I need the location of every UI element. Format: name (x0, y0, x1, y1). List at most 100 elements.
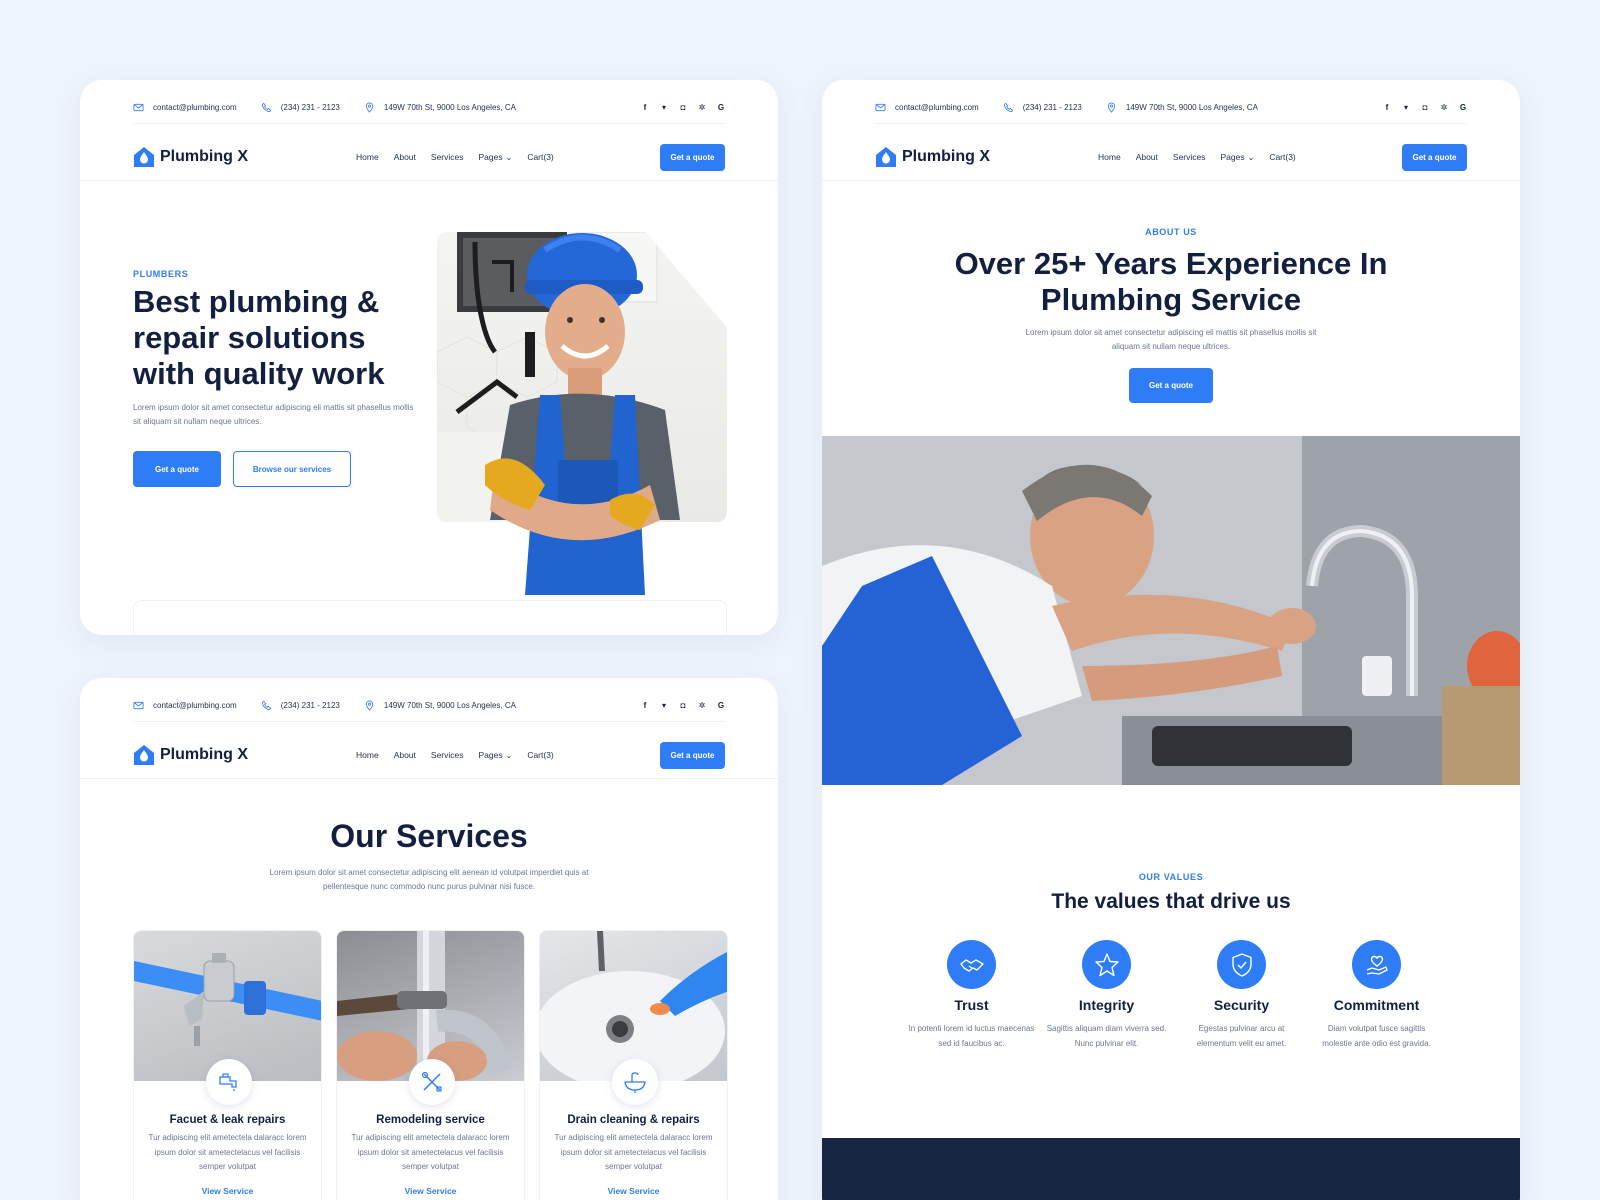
value-name: Security (1213, 997, 1270, 1013)
google-icon[interactable]: G (1459, 103, 1467, 112)
contact-phone[interactable]: (234) 231 - 2123 (1003, 102, 1082, 113)
nav-about[interactable]: About (394, 750, 416, 760)
nav-pages[interactable]: Pages ⌄ (1221, 152, 1255, 162)
nav-about[interactable]: About (1136, 152, 1158, 162)
top-bar: contact@plumbing.com (234) 231 - 2123 14… (133, 94, 725, 124)
mail-icon (133, 103, 144, 112)
nav-quote-button[interactable]: Get a quote (660, 143, 725, 171)
nav-home[interactable]: Home (1098, 152, 1121, 162)
about-quote-button[interactable]: Get a quote (1129, 368, 1213, 403)
instagram-icon[interactable]: ◘ (1421, 103, 1429, 112)
nav-quote-button[interactable]: Get a quote (660, 741, 725, 769)
email-text: contact@plumbing.com (153, 103, 237, 112)
nav-home[interactable]: Home (356, 152, 379, 162)
nav-divider (822, 180, 1520, 181)
nav-services[interactable]: Services (431, 750, 464, 760)
value-item: Security Egestas pulvinar arcu at elemen… (1178, 940, 1305, 1060)
star-icon (1082, 940, 1131, 989)
yelp-icon[interactable]: ✲ (698, 701, 706, 710)
main-nav: Plumbing X Home About Services Pages ⌄ Ca… (133, 738, 725, 772)
logo-text: Plumbing X (160, 746, 248, 763)
about-eyebrow: ABOUT US (1145, 227, 1197, 237)
value-name: Trust (954, 997, 989, 1013)
nav-cart[interactable]: Cart(3) (1269, 152, 1295, 162)
nav-services[interactable]: Services (1173, 152, 1206, 162)
mail-icon (875, 103, 886, 112)
hero-eyebrow: PLUMBERS (133, 269, 189, 279)
social-links: f ▾ ◘ ✲ G (641, 701, 725, 710)
nav-pages-label: Pages (1220, 152, 1245, 162)
address-text: 149W 70th St, 9000 Los Angeles, CA (383, 103, 516, 112)
yelp-icon[interactable]: ✲ (698, 103, 706, 112)
phone-text: (234) 231 - 2123 (280, 701, 340, 710)
logo[interactable]: Plumbing X (133, 146, 248, 168)
top-bar: contact@plumbing.com (234) 231 - 2123 14… (133, 692, 725, 722)
nav-cart[interactable]: Cart(3) (527, 152, 553, 162)
view-service-link[interactable]: View Service (540, 1186, 727, 1196)
browse-services-button[interactable]: Browse our services (233, 451, 351, 487)
nav-home[interactable]: Home (356, 750, 379, 760)
hero-quote-button[interactable]: Get a quote (133, 451, 221, 487)
hero-title: Best plumbing & repair solutions with qu… (133, 284, 385, 391)
contact-address[interactable]: 149W 70th St, 9000 Los Angeles, CA (1106, 102, 1258, 113)
logo[interactable]: Plumbing X (133, 744, 248, 766)
google-icon[interactable]: G (717, 103, 725, 112)
view-service-link[interactable]: View Service (134, 1186, 321, 1196)
facebook-icon[interactable]: f (1383, 103, 1391, 112)
phone-text: (234) 231 - 2123 (280, 103, 340, 112)
hero-description: Lorem ipsum dolor sit amet consectetur a… (133, 403, 414, 426)
service-card[interactable]: Remodeling service Tur adipiscing elit a… (336, 930, 525, 1200)
value-item: Commitment Diam volutpat fusce sagittis … (1313, 940, 1440, 1060)
facebook-icon[interactable]: f (641, 701, 649, 710)
contact-phone[interactable]: (234) 231 - 2123 (261, 700, 340, 711)
value-text: Egestas pulvinar arcu at elementum velit… (1196, 1024, 1287, 1048)
contact-email[interactable]: contact@plumbing.com (133, 102, 237, 113)
contact-phone[interactable]: (234) 231 - 2123 (261, 102, 340, 113)
nav-services[interactable]: Services (431, 152, 464, 162)
contact-address[interactable]: 149W 70th St, 9000 Los Angeles, CA (364, 102, 516, 113)
value-text: Diam volutpat fusce sagittis molestie an… (1322, 1024, 1431, 1048)
dark-section (822, 1138, 1520, 1200)
contact-address[interactable]: 149W 70th St, 9000 Los Angeles, CA (364, 700, 516, 711)
nav-pages[interactable]: Pages ⌄ (479, 152, 513, 162)
sink-icon (612, 1059, 658, 1105)
nav-about[interactable]: About (394, 152, 416, 162)
facebook-icon[interactable]: f (641, 103, 649, 112)
yelp-icon[interactable]: ✲ (1440, 103, 1448, 112)
social-links: f ▾ ◘ ✲ G (641, 103, 725, 112)
value-item: Integrity Sagittis aliquam diam viverra … (1043, 940, 1170, 1060)
location-pin-icon (365, 700, 373, 711)
location-pin-icon (1107, 102, 1115, 113)
instagram-icon[interactable]: ◘ (679, 701, 687, 710)
phone-icon (261, 700, 271, 711)
phone-icon (261, 102, 271, 113)
value-text: In potenti lorem id luctus maecenas sed … (908, 1024, 1035, 1048)
service-name: Drain cleaning & repairs (567, 1114, 700, 1126)
instagram-icon[interactable]: ◘ (679, 103, 687, 112)
top-bar: contact@plumbing.com (234) 231 - 2123 14… (875, 94, 1467, 124)
address-text: 149W 70th St, 9000 Los Angeles, CA (383, 701, 516, 710)
contact-email[interactable]: contact@plumbing.com (133, 700, 237, 711)
hero-info-box (133, 600, 727, 635)
service-text: Tur adipiscing elit ametectela dalaracc … (351, 1133, 510, 1171)
logo[interactable]: Plumbing X (875, 146, 990, 168)
nav-pages-label: Pages (478, 152, 503, 162)
mail-icon (133, 701, 144, 710)
twitter-icon[interactable]: ▾ (660, 103, 668, 112)
about-title: Over 25+ Years Experience In Plumbing Se… (954, 246, 1388, 317)
nav-cart[interactable]: Cart(3) (527, 750, 553, 760)
main-nav: Plumbing X Home About Services Pages ⌄ Ca… (133, 140, 725, 174)
service-card[interactable]: Facuet & leak repairs Tur adipiscing eli… (133, 930, 322, 1200)
nav-quote-button[interactable]: Get a quote (1402, 143, 1467, 171)
google-icon[interactable]: G (717, 701, 725, 710)
twitter-icon[interactable]: ▾ (660, 701, 668, 710)
service-cards: Facuet & leak repairs Tur adipiscing eli… (133, 930, 728, 1200)
phone-icon (1003, 102, 1013, 113)
about-page-card: contact@plumbing.com (234) 231 - 2123 14… (822, 80, 1520, 1200)
service-name: Remodeling service (376, 1114, 485, 1126)
nav-pages[interactable]: Pages ⌄ (479, 750, 513, 760)
view-service-link[interactable]: View Service (337, 1186, 524, 1196)
service-card[interactable]: Drain cleaning & repairs Tur adipiscing … (539, 930, 728, 1200)
twitter-icon[interactable]: ▾ (1402, 103, 1410, 112)
contact-email[interactable]: contact@plumbing.com (875, 102, 979, 113)
